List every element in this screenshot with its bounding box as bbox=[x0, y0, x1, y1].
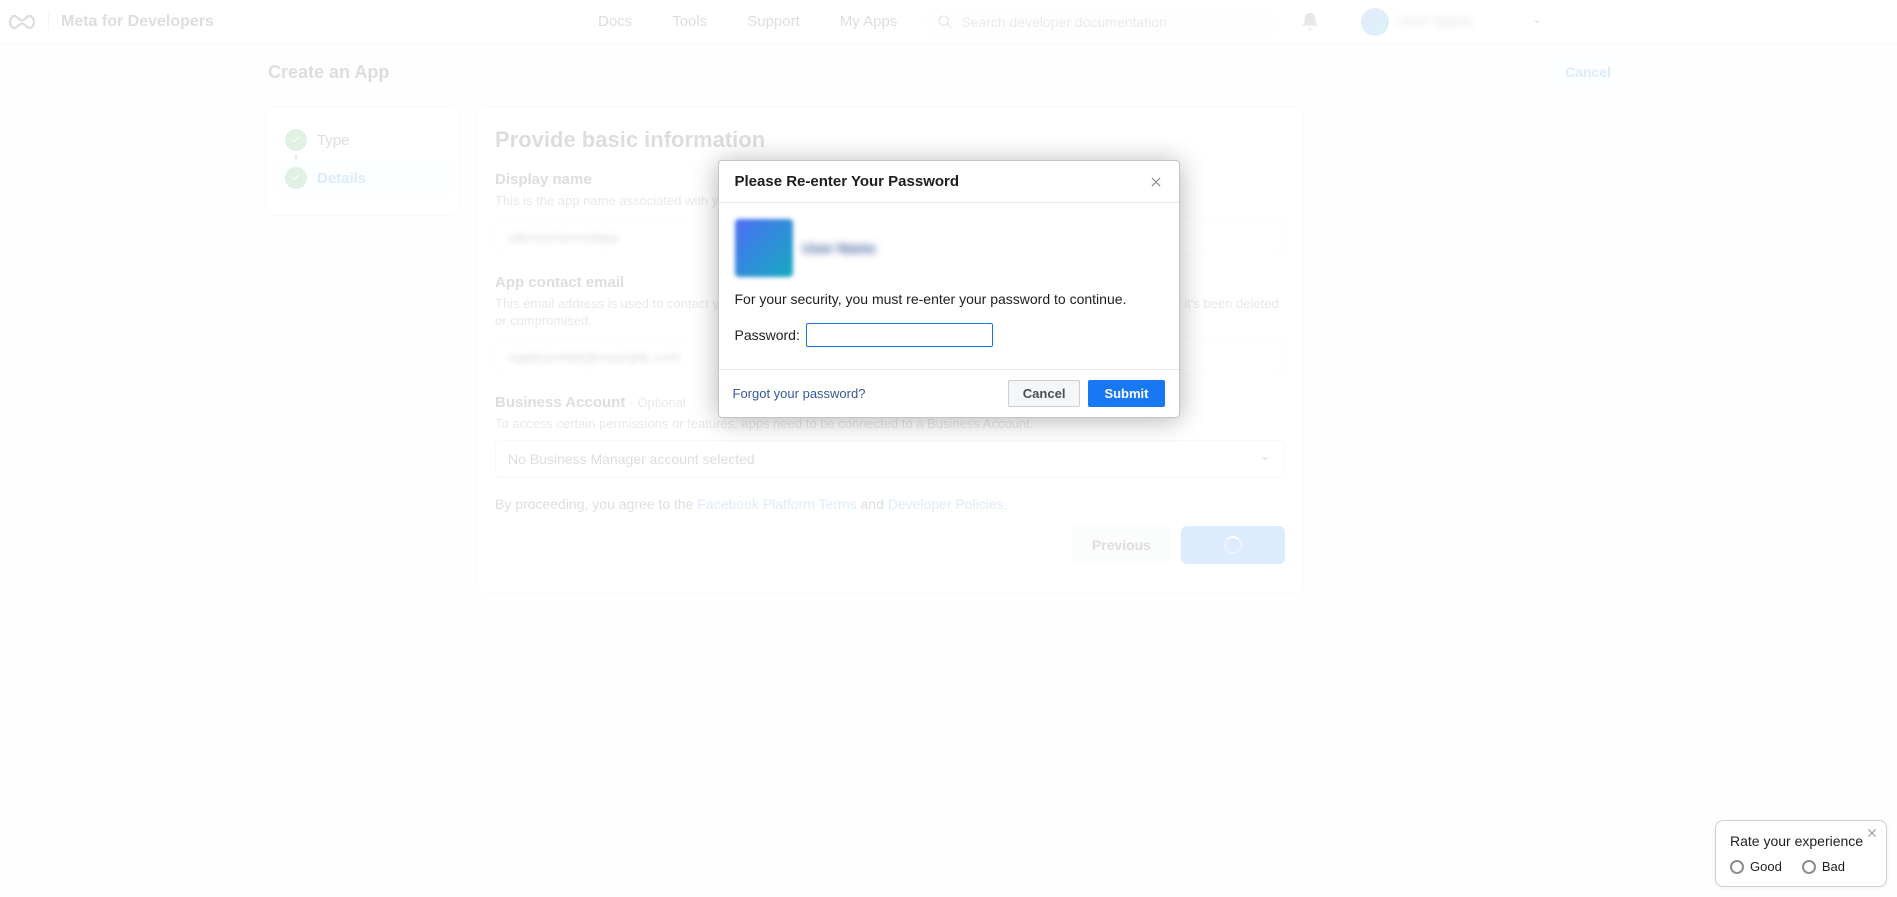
close-icon[interactable] bbox=[1149, 175, 1163, 189]
modal-submit-button[interactable]: Submit bbox=[1088, 380, 1164, 407]
modal-overlay: Please Re-enter Your Password User Name … bbox=[0, 0, 1897, 897]
password-label: Password: bbox=[735, 327, 800, 343]
modal-body: User Name For your security, you must re… bbox=[719, 203, 1179, 369]
feedback-label: Good bbox=[1750, 859, 1782, 874]
avatar bbox=[735, 219, 793, 277]
feedback-bad[interactable]: Bad bbox=[1802, 859, 1845, 874]
radio-icon bbox=[1730, 860, 1744, 874]
feedback-title: Rate your experience bbox=[1730, 833, 1872, 849]
feedback-label: Bad bbox=[1822, 859, 1845, 874]
modal-user: User Name bbox=[735, 219, 1163, 277]
feedback-widget: Rate your experience Good Bad bbox=[1715, 820, 1887, 887]
feedback-options: Good Bad bbox=[1730, 859, 1872, 874]
reauth-modal: Please Re-enter Your Password User Name … bbox=[718, 160, 1180, 418]
close-icon[interactable] bbox=[1866, 827, 1878, 839]
feedback-good[interactable]: Good bbox=[1730, 859, 1782, 874]
modal-footer: Forgot your password? Cancel Submit bbox=[719, 369, 1179, 417]
modal-title: Please Re-enter Your Password bbox=[735, 173, 960, 190]
modal-header: Please Re-enter Your Password bbox=[719, 161, 1179, 203]
modal-actions: Cancel Submit bbox=[1008, 380, 1165, 407]
modal-cancel-button[interactable]: Cancel bbox=[1008, 380, 1081, 407]
user-name: User Name bbox=[803, 240, 876, 256]
password-row: Password: bbox=[735, 323, 1163, 347]
radio-icon bbox=[1802, 860, 1816, 874]
password-input[interactable] bbox=[806, 323, 993, 347]
forgot-password-link[interactable]: Forgot your password? bbox=[733, 386, 866, 401]
modal-message: For your security, you must re-enter you… bbox=[735, 291, 1163, 307]
